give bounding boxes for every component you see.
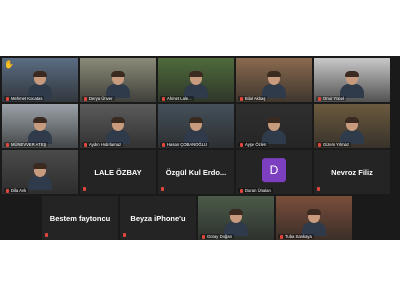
participant-tile[interactable]: Ayşe Özlen [236, 104, 312, 148]
participant-figure [340, 71, 364, 98]
mic-off-icon [202, 234, 205, 239]
participant-figure [340, 117, 364, 144]
participant-label: Derya Ünver [82, 96, 115, 101]
participant-label: Ayşe Özlen [238, 142, 269, 147]
participant-name-center: Beyza iPhone'u [130, 213, 186, 223]
participant-name: Duran Ünalan [245, 188, 271, 193]
participant-label: Tuba Sankaya [278, 234, 314, 239]
participant-figure [106, 117, 130, 144]
participant-label: Dila Avlı [4, 188, 29, 193]
mic-off-icon [45, 233, 48, 237]
participant-label: Onur Yücel [316, 96, 346, 101]
participant-label: MÜNEVVER ATEŞ [4, 142, 49, 147]
participant-name-center: LALE ÖZBAY [94, 167, 142, 177]
participant-name: Dila Avlı [11, 188, 27, 193]
participant-figure [28, 71, 52, 98]
participant-name: MÜNEVVER ATEŞ [11, 142, 47, 147]
mic-off-icon [162, 96, 165, 101]
participant-tile[interactable]: D Duran Ünalan [236, 150, 312, 194]
meeting-gallery: Mehmet Kocatas ✋ Derya Ünver Ahmet Lale... B… [0, 56, 400, 240]
mic-off-icon [318, 142, 321, 147]
participant-label: Ahmet Lale... [160, 96, 194, 101]
participant-name: Onur Yücel [323, 96, 344, 101]
participant-name: Tuba Sankaya [285, 234, 312, 239]
mic-off-icon [240, 188, 243, 193]
mic-off-icon [240, 142, 243, 147]
participant-tile[interactable]: Gizem Yılmaz [314, 104, 390, 148]
participant-tile[interactable]: Beyza iPhone'u [120, 196, 196, 240]
participant-name: Güray Doğan [207, 234, 232, 239]
participant-tile[interactable]: LALE ÖZBAY [80, 150, 156, 194]
participant-tile[interactable]: Özgül Kul Erdo... [158, 150, 234, 194]
participant-figure [224, 209, 248, 236]
hand-icon: ✋ [4, 60, 14, 69]
participant-label: Gizem Yılmaz [316, 142, 351, 147]
participant-figure [262, 71, 286, 98]
participant-figure [262, 117, 286, 144]
participant-name-center: Bestem faytoncu [49, 213, 111, 223]
mic-off-icon [317, 187, 320, 191]
participant-label: Duran Ünalan [238, 188, 273, 193]
participant-name-center: Nevroz Filiz [331, 167, 373, 177]
mic-off-icon [161, 187, 164, 191]
mic-off-icon [240, 96, 243, 101]
participant-tile[interactable]: Dila Avlı [2, 150, 78, 194]
participant-name: Aydın Hıdırlamaz [89, 142, 122, 147]
mic-off-icon [123, 233, 126, 237]
participant-tile[interactable]: Tuba Sankaya [276, 196, 352, 240]
mic-off-icon [6, 188, 9, 193]
participant-figure [184, 71, 208, 98]
participant-name: Ahmet Lale... [167, 96, 192, 101]
participant-tile[interactable]: MÜNEVVER ATEŞ [2, 104, 78, 148]
participant-label: Mehmet Kocatas [4, 96, 45, 101]
mic-off-icon [84, 96, 87, 101]
participant-tile[interactable]: Nevroz Filiz [314, 150, 390, 194]
participant-tile[interactable]: Bilal Akbaş [236, 58, 312, 102]
participant-figure [106, 71, 130, 98]
mic-off-icon [162, 142, 165, 147]
participant-label: Güray Doğan [200, 234, 234, 239]
participant-tile[interactable]: Ahmet Lale... [158, 58, 234, 102]
participant-name: Hasan ÇOBANOĞLU [167, 142, 208, 147]
mic-off-icon [83, 187, 86, 191]
mic-off-icon [280, 234, 283, 239]
participant-tile[interactable]: Mehmet Kocatas ✋ [2, 58, 78, 102]
avatar: D [262, 158, 286, 183]
participant-name-center: Özgül Kul Erdo... [165, 167, 227, 177]
participant-label: Hasan ÇOBANOĞLU [160, 142, 210, 147]
participant-tile[interactable]: Güray Doğan [198, 196, 274, 240]
participant-name: Gizem Yılmaz [323, 142, 349, 147]
participant-figure [28, 117, 52, 144]
participant-tile[interactable]: Aydın Hıdırlamaz [80, 104, 156, 148]
participant-label: Aydın Hıdırlamaz [82, 142, 124, 147]
participant-tile[interactable]: Onur Yücel [314, 58, 390, 102]
participant-name: Bilal Akbaş [245, 96, 266, 101]
participant-tile[interactable]: Hasan ÇOBANOĞLU [158, 104, 234, 148]
participant-figure [28, 163, 52, 190]
participant-label: Bilal Akbaş [238, 96, 268, 101]
participant-name: Derya Ünver [89, 96, 113, 101]
mic-off-icon [84, 142, 87, 147]
participant-name: Ayşe Özlen [245, 142, 267, 147]
mic-off-icon [318, 96, 321, 101]
participant-name: Mehmet Kocatas [11, 96, 43, 101]
participant-tile[interactable]: Derya Ünver [80, 58, 156, 102]
participant-figure [302, 209, 326, 236]
participant-figure [184, 117, 208, 144]
mic-off-icon [6, 96, 9, 101]
participant-tile[interactable]: Bestem faytoncu [42, 196, 118, 240]
mic-off-icon [6, 142, 9, 147]
